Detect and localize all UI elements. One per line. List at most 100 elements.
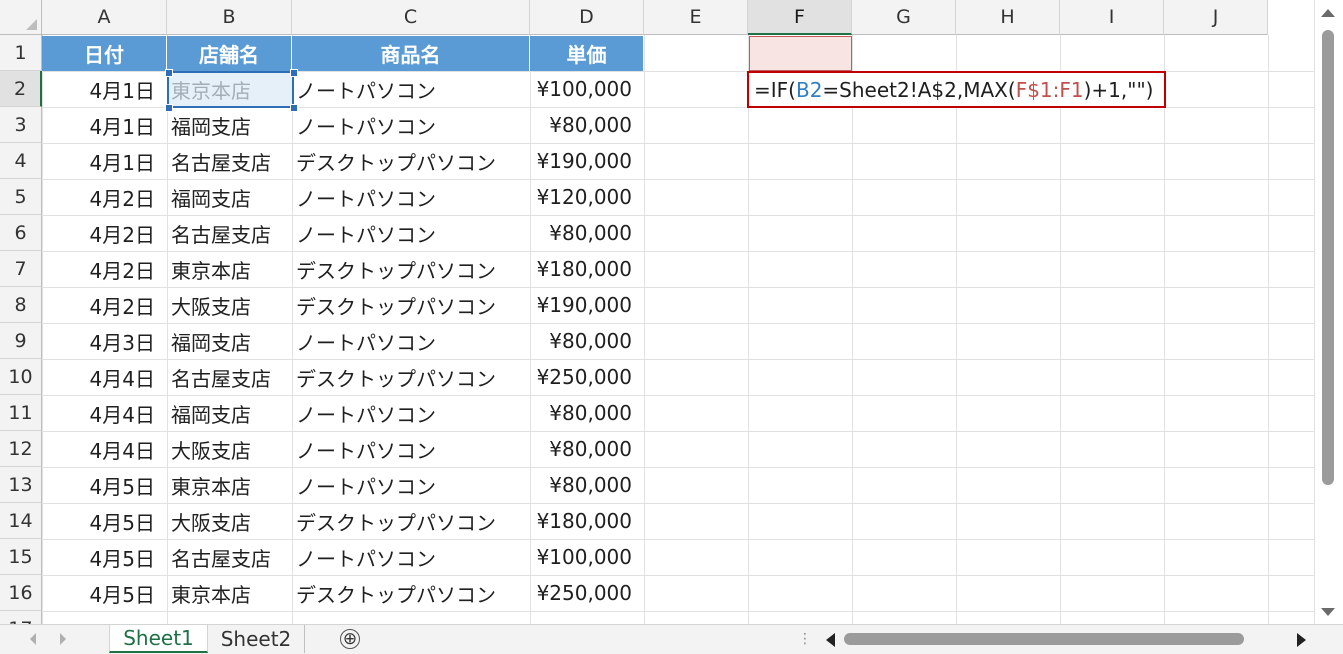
table-cell[interactable]: ノートパソコン: [292, 395, 530, 431]
table-cell[interactable]: 福岡支店: [167, 395, 292, 431]
row-header-8[interactable]: 8: [0, 287, 42, 323]
table-cell[interactable]: 4月2日: [42, 251, 167, 287]
column-header-i[interactable]: I: [1060, 0, 1164, 35]
row-header-6[interactable]: 6: [0, 215, 42, 251]
table-cell[interactable]: ノートパソコン: [292, 323, 530, 359]
table-cell[interactable]: ノートパソコン: [292, 539, 530, 575]
selection-handle[interactable]: [165, 69, 173, 77]
row-header-11[interactable]: 11: [0, 395, 42, 431]
row-header-5[interactable]: 5: [0, 179, 42, 215]
table-cell[interactable]: 4月1日: [42, 143, 167, 179]
column-header-f[interactable]: F: [748, 0, 852, 35]
table-header-cell[interactable]: 単価: [530, 36, 644, 71]
row-header-14[interactable]: 14: [0, 503, 42, 539]
table-cell[interactable]: 4月4日: [42, 395, 167, 431]
row-header-9[interactable]: 9: [0, 323, 42, 359]
table-cell[interactable]: 名古屋支店: [167, 143, 292, 179]
row-header-7[interactable]: 7: [0, 251, 42, 287]
table-cell[interactable]: ¥190,000: [530, 287, 644, 323]
table-header-cell[interactable]: 日付: [42, 36, 167, 71]
scroll-down-arrow-icon[interactable]: [1321, 608, 1335, 616]
table-cell[interactable]: 4月3日: [42, 323, 167, 359]
column-header-d[interactable]: D: [530, 0, 644, 35]
table-cell[interactable]: ノートパソコン: [292, 179, 530, 215]
column-header-g[interactable]: G: [852, 0, 956, 35]
table-cell[interactable]: ¥80,000: [530, 323, 644, 359]
table-cell[interactable]: 東京本店: [167, 467, 292, 503]
column-header-a[interactable]: A: [42, 0, 167, 35]
add-sheet-button[interactable]: ⊕: [340, 629, 360, 649]
column-header-b[interactable]: B: [167, 0, 292, 35]
row-header-16[interactable]: 16: [0, 575, 42, 611]
table-cell[interactable]: 名古屋支店: [167, 359, 292, 395]
row-header-1[interactable]: 1: [0, 35, 42, 71]
table-cell[interactable]: 福岡支店: [167, 323, 292, 359]
table-cell[interactable]: ¥80,000: [530, 431, 644, 467]
selection-handle[interactable]: [165, 104, 173, 112]
table-cell[interactable]: ¥100,000: [530, 71, 644, 107]
vertical-scroll-thumb[interactable]: [1322, 30, 1334, 485]
table-cell[interactable]: 4月1日: [42, 107, 167, 143]
table-cell[interactable]: 4月5日: [42, 467, 167, 503]
table-cell[interactable]: 4月5日: [42, 539, 167, 575]
table-cell[interactable]: 4月5日: [42, 575, 167, 611]
table-cell[interactable]: 4月2日: [42, 179, 167, 215]
table-cell[interactable]: デスクトップパソコン: [292, 575, 530, 611]
table-cell[interactable]: 4月4日: [42, 359, 167, 395]
table-cell[interactable]: ノートパソコン: [292, 107, 530, 143]
scroll-right-arrow-icon[interactable]: [1297, 633, 1306, 647]
column-header-c[interactable]: C: [292, 0, 530, 35]
table-cell[interactable]: ¥250,000: [530, 359, 644, 395]
table-cell[interactable]: ¥80,000: [530, 467, 644, 503]
next-sheet-icon[interactable]: [60, 633, 66, 645]
table-cell[interactable]: 名古屋支店: [167, 215, 292, 251]
prev-sheet-icon[interactable]: [30, 633, 36, 645]
column-header-j[interactable]: J: [1164, 0, 1268, 35]
table-cell[interactable]: デスクトップパソコン: [292, 287, 530, 323]
table-cell[interactable]: デスクトップパソコン: [292, 359, 530, 395]
table-cell[interactable]: ノートパソコン: [292, 431, 530, 467]
select-all-corner[interactable]: [0, 0, 42, 35]
table-cell[interactable]: ¥180,000: [530, 251, 644, 287]
tab-sheet2[interactable]: Sheet2: [208, 625, 305, 653]
table-cell[interactable]: 4月4日: [42, 431, 167, 467]
active-cell-selection[interactable]: [165, 69, 298, 112]
table-cell[interactable]: 4月2日: [42, 287, 167, 323]
table-cell[interactable]: ノートパソコン: [292, 215, 530, 251]
vertical-scrollbar[interactable]: [1314, 0, 1343, 624]
table-header-cell[interactable]: 商品名: [292, 36, 530, 71]
scroll-up-arrow-icon[interactable]: [1321, 9, 1335, 17]
selection-handle[interactable]: [290, 69, 298, 77]
table-cell[interactable]: 4月1日: [42, 71, 167, 107]
scroll-left-arrow-icon[interactable]: [826, 633, 835, 647]
column-header-e[interactable]: E: [644, 0, 748, 35]
row-header-2[interactable]: 2: [0, 71, 42, 107]
column-header-h[interactable]: H: [956, 0, 1060, 35]
table-cell[interactable]: ¥120,000: [530, 179, 644, 215]
row-header-13[interactable]: 13: [0, 467, 42, 503]
table-cell[interactable]: ¥80,000: [530, 215, 644, 251]
table-header-cell[interactable]: 店舗名: [167, 36, 292, 71]
table-cell[interactable]: ¥100,000: [530, 539, 644, 575]
table-cell[interactable]: 東京本店: [167, 251, 292, 287]
table-cell[interactable]: デスクトップパソコン: [292, 251, 530, 287]
row-header-4[interactable]: 4: [0, 143, 42, 179]
table-cell[interactable]: デスクトップパソコン: [292, 143, 530, 179]
table-cell[interactable]: 大阪支店: [167, 503, 292, 539]
tab-sheet1[interactable]: Sheet1: [109, 625, 208, 653]
table-cell[interactable]: 福岡支店: [167, 107, 292, 143]
table-cell[interactable]: ¥80,000: [530, 107, 644, 143]
cell-f1[interactable]: [749, 36, 852, 71]
table-cell[interactable]: 4月2日: [42, 215, 167, 251]
table-cell[interactable]: 東京本店: [167, 575, 292, 611]
table-cell[interactable]: ¥180,000: [530, 503, 644, 539]
table-cell[interactable]: 名古屋支店: [167, 539, 292, 575]
row-header-3[interactable]: 3: [0, 107, 42, 143]
table-cell[interactable]: ¥250,000: [530, 575, 644, 611]
selection-handle[interactable]: [290, 104, 298, 112]
splitter-handle-icon[interactable]: ⋮: [798, 631, 812, 647]
table-cell[interactable]: 大阪支店: [167, 287, 292, 323]
table-cell[interactable]: ノートパソコン: [292, 467, 530, 503]
row-header-15[interactable]: 15: [0, 539, 42, 575]
table-cell[interactable]: 福岡支店: [167, 179, 292, 215]
